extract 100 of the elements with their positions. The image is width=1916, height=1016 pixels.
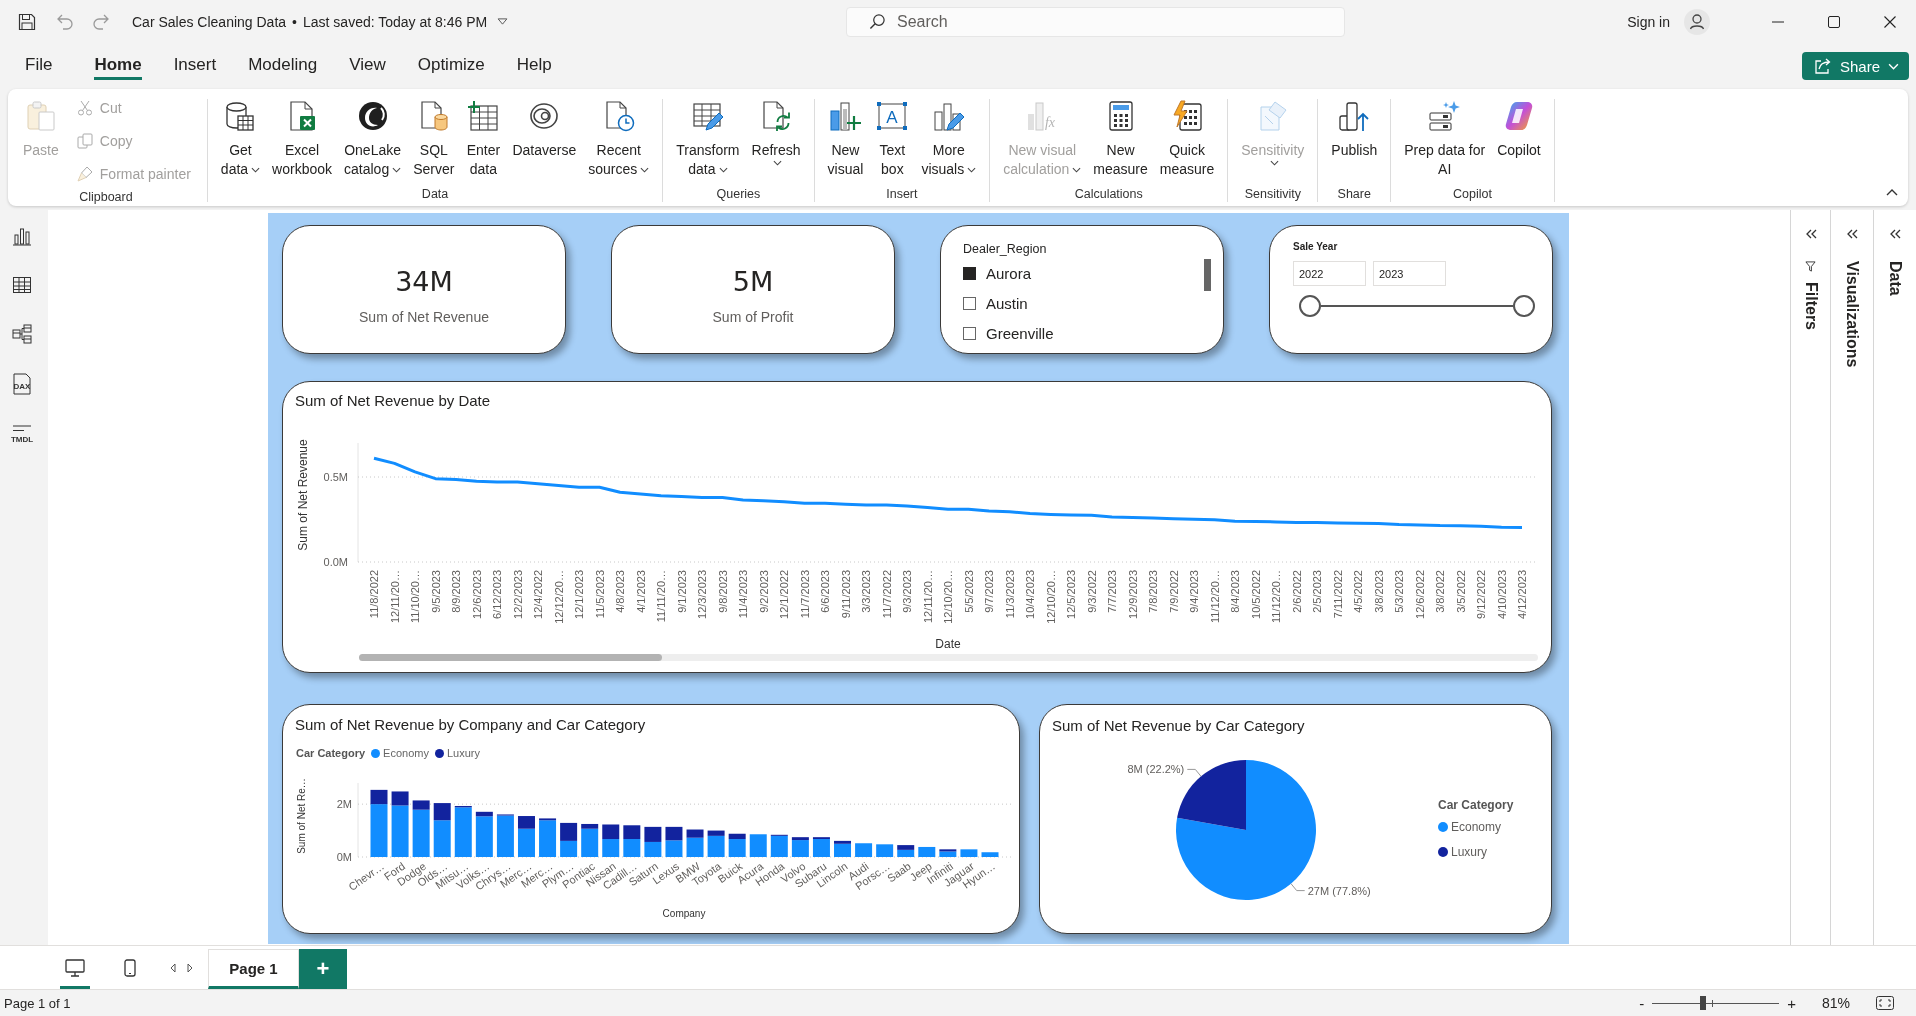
axis-tick-label: 12/11/20… <box>921 570 934 623</box>
axis-tick-label: 3/8/2022 <box>1434 570 1446 613</box>
save-icon[interactable] <box>18 12 36 31</box>
data-label: 27M (77.8%) <box>1307 884 1371 897</box>
checkbox[interactable] <box>963 296 976 310</box>
menu-tab[interactable]: File <box>9 43 69 89</box>
axis-title: Sum of Net Re… <box>296 778 307 854</box>
scissors-icon <box>76 99 93 116</box>
checkbox[interactable] <box>963 266 976 280</box>
axis-tick-label: 7/8/2023 <box>1147 570 1159 613</box>
chart-pencil-icon <box>932 100 965 132</box>
bar-chart-icon[interactable] <box>12 226 32 246</box>
excel-workbook-button[interactable]: Excel workbook <box>266 99 339 179</box>
axis-tick-label: 2/5/2023 <box>1311 570 1323 613</box>
new-visual-button[interactable]: New visual <box>821 99 870 179</box>
undo-icon[interactable] <box>56 12 74 31</box>
caret-left-icon[interactable] <box>170 963 176 973</box>
text-box-button[interactable]: A Text box <box>869 99 916 179</box>
menu-tab[interactable]: Optimize <box>401 43 501 89</box>
search-input[interactable]: Search <box>897 12 1197 31</box>
axis-title: Date <box>935 637 961 651</box>
monitor-icon <box>65 958 85 977</box>
axis-tick-label: 5/3/2023 <box>1393 570 1405 613</box>
caret-down-icon[interactable] <box>497 18 509 25</box>
double-chevron-left-icon[interactable] <box>1804 229 1817 239</box>
axis-tick-label: 11/12/20… <box>1270 570 1282 623</box>
slicer-title: Sale Year <box>1293 240 1339 254</box>
paintbrush-icon <box>76 165 93 182</box>
menu-tab[interactable]: Modeling <box>232 43 334 89</box>
close-icon[interactable] <box>1884 15 1896 28</box>
chevron-up-icon[interactable] <box>1886 188 1898 196</box>
quick-measure-button[interactable]: Quick measure <box>1153 99 1221 179</box>
zoom-out-button[interactable]: - <box>1635 994 1649 1012</box>
slider-handle[interactable] <box>1299 295 1321 317</box>
legend-label: Luxury <box>1451 845 1488 859</box>
axis-tick-label: 11/7/2022 <box>880 570 893 619</box>
menu-tab[interactable]: View <box>333 43 402 89</box>
axis-tick-label: 12/4/2022 <box>532 570 544 619</box>
redo-icon[interactable] <box>92 12 110 31</box>
get-data-button[interactable]: Get data <box>214 99 267 179</box>
scrollbar[interactable] <box>359 654 1538 661</box>
slider-handle[interactable] <box>1513 295 1535 317</box>
transform-data-button[interactable]: Transform data <box>670 99 746 179</box>
text-box-icon: A <box>876 100 909 132</box>
slicer-option[interactable]: Greenville <box>963 318 1203 348</box>
more-visuals-button[interactable]: More visuals <box>915 99 983 179</box>
axis-tick-label: 12/1/2022 <box>778 570 790 619</box>
table-icon[interactable] <box>12 275 32 295</box>
caret-right-icon[interactable] <box>187 963 193 973</box>
chevron-down-icon <box>1888 62 1899 70</box>
pane-title[interactable]: Data <box>1886 261 1904 296</box>
enter-data-button[interactable]: Enter data <box>460 99 507 179</box>
avatar-icon[interactable] <box>1684 8 1710 35</box>
axis-tick-label: 8/9/2023 <box>450 570 462 613</box>
checkbox[interactable] <box>963 326 976 340</box>
axis-tick-label: 11/11/20… <box>655 570 667 623</box>
bar-segment <box>918 846 936 857</box>
fit-to-page-icon[interactable] <box>1876 996 1894 1010</box>
year-to-field[interactable]: 2023 <box>1373 261 1446 286</box>
add-page-button[interactable]: + <box>299 949 347 989</box>
publish-button[interactable]: Publish <box>1325 99 1384 160</box>
catalog-button[interactable]: OneLake catalog <box>338 99 408 179</box>
menu-tab[interactable]: Home <box>78 43 158 89</box>
sql-server-button[interactable]: SQL Server <box>407 99 461 179</box>
search-icon <box>869 13 886 30</box>
slider-handle[interactable] <box>1700 995 1706 1010</box>
axis-tick-label: 5/5/2023 <box>962 570 975 613</box>
new-measure-button[interactable]: New measure <box>1087 99 1154 179</box>
slicer-option[interactable]: Austin <box>963 288 1203 318</box>
model-diagram-icon[interactable] <box>12 324 32 344</box>
year-from-field[interactable]: 2022 <box>1293 261 1366 286</box>
file-refresh-icon <box>760 100 793 132</box>
zoom-in-button[interactable]: + <box>1783 994 1800 1012</box>
double-chevron-left-icon[interactable] <box>1846 229 1858 239</box>
share-button[interactable]: Share <box>1801 52 1909 80</box>
leader-line <box>1290 883 1306 892</box>
table-pencil-icon <box>691 100 724 132</box>
axis-title: Company <box>662 908 706 919</box>
axis-tick-label: 12/1/2023 <box>573 570 585 619</box>
double-chevron-left-icon[interactable] <box>1889 229 1901 239</box>
refresh-button[interactable]: Refresh <box>745 99 807 166</box>
menu-tab[interactable]: Help <box>500 43 568 89</box>
sign-in-link[interactable]: Sign in <box>1627 13 1670 30</box>
recent-sources-button[interactable]: Recent sources <box>582 99 656 179</box>
axis-tick-label: 11/5/2023 <box>593 570 606 619</box>
dataverse-button[interactable]: Dataverse <box>506 99 583 160</box>
pane-title[interactable]: Filters <box>1801 282 1820 330</box>
maximize-icon[interactable] <box>1828 15 1840 28</box>
axis-tick-label: 9/4/2023 <box>1188 570 1200 613</box>
axis-tick-label: 7/9/2022 <box>1167 570 1180 613</box>
pane-title[interactable]: Visualizations <box>1843 261 1861 368</box>
search-field[interactable]: Search <box>846 6 1345 37</box>
copilot-button[interactable]: Copilot <box>1491 99 1547 160</box>
menu-tab[interactable]: Insert <box>157 43 233 89</box>
scrollbar[interactable] <box>1204 259 1211 291</box>
page-tab[interactable]: Page 1 <box>208 949 299 989</box>
slicer-option[interactable]: Aurora <box>963 258 1203 288</box>
bar-segment <box>623 825 641 840</box>
dax-query-icon[interactable]: DAX <box>10 373 34 395</box>
prep-data-button[interactable]: Prep data for AI <box>1398 99 1492 179</box>
